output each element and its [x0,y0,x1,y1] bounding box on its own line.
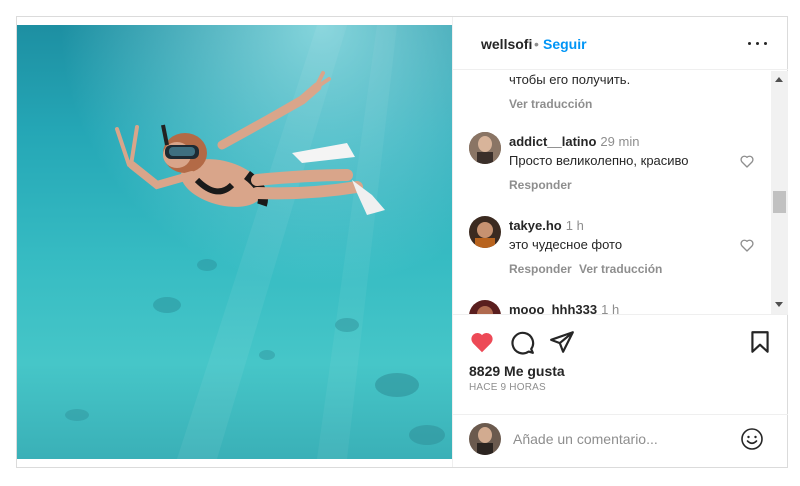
avatar-image [469,216,501,248]
heart-filled-icon[interactable] [469,329,495,355]
scroll-thumb[interactable] [773,191,786,213]
reply-button[interactable]: Responder [509,178,572,192]
more-options-icon[interactable] [746,33,770,53]
comment-header: addict__latino 29 min [509,134,639,149]
comment-like-icon[interactable] [739,237,755,253]
post-actions: 8829 Me gusta HACE 9 HORAS [453,314,788,414]
comment-text: это чудесное фото [509,237,623,252]
comment-composer [453,414,788,467]
smiley-icon[interactable] [740,427,764,451]
post-timestamp[interactable]: HACE 9 HORAS [469,382,546,393]
paper-plane-icon[interactable] [549,329,575,355]
comment-username[interactable]: addict__latino [509,134,596,149]
scroll-down-arrow-icon[interactable] [775,302,783,307]
comment-username[interactable]: mooo_hhh333 [509,302,597,314]
post-header: wellsofi • Seguir [453,17,788,70]
comments-scrollbar[interactable] [771,71,788,314]
reply-button[interactable]: Responder [509,262,572,276]
avatar-image [469,132,501,164]
underwater-photo [17,25,452,459]
comment-username[interactable]: takye.ho [509,218,562,233]
author-username[interactable]: wellsofi [481,36,532,52]
avatar[interactable] [469,132,501,164]
comment-header: mooo_hhh333 1 h [509,302,619,314]
comment-like-icon[interactable] [739,153,755,169]
bookmark-icon[interactable] [747,329,773,355]
comment-text: чтобы его получить. [509,72,631,87]
avatar-image [469,423,501,455]
post-card: wellsofi • Seguir чтобы его получить. Ve… [16,16,788,468]
see-translation-link[interactable]: Ver traducción [509,97,592,111]
comment-header: takye.ho 1 h [509,218,584,233]
see-translation-link[interactable]: Ver traducción [579,262,662,276]
post-side-panel: wellsofi • Seguir чтобы его получить. Ve… [452,17,788,467]
avatar-image [469,300,501,314]
likes-count[interactable]: 8829 Me gusta [469,363,565,379]
avatar[interactable] [469,216,501,248]
follow-button[interactable]: Seguir [543,36,587,52]
avatar[interactable] [469,300,501,314]
comment-time: 29 min [600,134,640,149]
comment-time: 1 h [565,218,584,233]
comments-list: чтобы его получить. Ver traducción addic… [453,71,788,314]
comment-time: 1 h [601,302,620,314]
scroll-up-arrow-icon[interactable] [775,77,783,82]
comment-text: Просто великолепно, красиво [509,153,689,168]
post-image[interactable] [17,25,452,459]
current-user-avatar [469,423,501,455]
header-separator: • [534,36,539,52]
comment-input[interactable] [513,428,733,450]
comment-bubble-icon[interactable] [509,329,535,355]
